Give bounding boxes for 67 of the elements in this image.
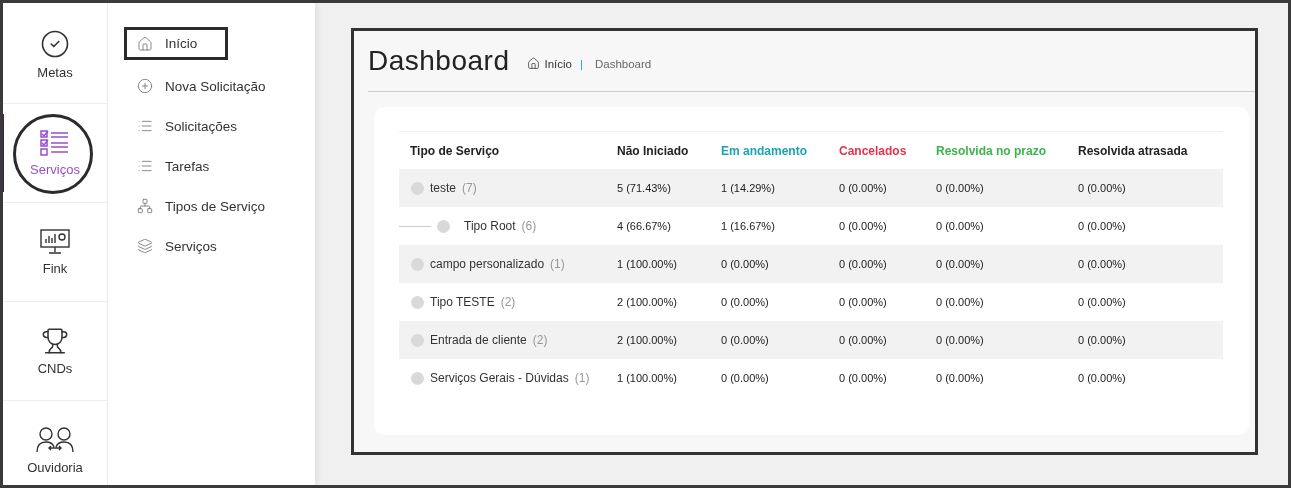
menu-item[interactable]: Serviços bbox=[124, 227, 230, 265]
monitor-chart-icon bbox=[40, 228, 70, 255]
service-type-name: campo personalizado bbox=[430, 257, 545, 271]
menu-item[interactable]: Solicitações bbox=[124, 107, 251, 145]
service-type-name: Serviços Gerais - Dúvidas bbox=[430, 371, 569, 385]
rail-item[interactable]: Metas bbox=[3, 5, 107, 104]
status-dot-icon bbox=[411, 371, 424, 385]
table-cell: 0 (0.00%) bbox=[721, 321, 839, 359]
column-header: Resolvida atrasada bbox=[1078, 142, 1189, 160]
checklist-icon bbox=[40, 129, 70, 156]
table-cell: 1 (100.00%) bbox=[617, 245, 721, 283]
menu-item[interactable]: Início bbox=[124, 27, 228, 60]
rail-item[interactable]: Serviços bbox=[3, 104, 107, 203]
service-count: (6) bbox=[521, 219, 537, 233]
column-header: Cancelados bbox=[839, 142, 908, 160]
table-cell: 0 (0.00%) bbox=[936, 321, 1078, 359]
table-cell: 0 (0.00%) bbox=[721, 245, 839, 283]
service-count: (2) bbox=[500, 295, 516, 309]
list-icon bbox=[137, 118, 153, 134]
layers-icon bbox=[137, 238, 153, 254]
table-cell: 2 (100.00%) bbox=[617, 321, 721, 359]
list-icon bbox=[137, 158, 153, 174]
service-type-name: teste bbox=[430, 181, 456, 195]
rail-item[interactable]: CNDs bbox=[3, 302, 107, 401]
menu-item[interactable]: Nova Solicitação bbox=[124, 67, 279, 105]
breadcrumb-current: Dashboard bbox=[595, 57, 652, 70]
people-icon bbox=[36, 425, 74, 454]
table-cell: 0 (0.00%) bbox=[936, 169, 1078, 207]
check-circle-icon bbox=[40, 28, 70, 59]
table-cell: 0 (0.00%) bbox=[1078, 321, 1223, 359]
service-count: (2) bbox=[532, 333, 548, 347]
column-header: Em andamento bbox=[721, 142, 808, 160]
table-cell: 1 (14.29%) bbox=[721, 169, 839, 207]
hierarchy-icon bbox=[137, 198, 153, 214]
column-header: Resolvida no prazo bbox=[936, 142, 1048, 160]
tree-branch-line bbox=[399, 225, 431, 227]
table-cell: 0 (0.00%) bbox=[1078, 169, 1223, 207]
column-header: Tipo de Serviço bbox=[409, 142, 501, 160]
service-type-name: Tipo TESTE bbox=[430, 295, 495, 309]
table-cell: 5 (71.43%) bbox=[617, 169, 721, 207]
column-header: Não Iniciado bbox=[617, 142, 690, 160]
table-cell: 0 (0.00%) bbox=[1078, 245, 1223, 283]
rail-item[interactable]: Ouvidoria bbox=[3, 401, 107, 485]
table-cell: 0 (0.00%) bbox=[936, 245, 1078, 283]
home-icon bbox=[137, 35, 153, 52]
service-count: (1) bbox=[574, 371, 590, 385]
page-title: Dashboard bbox=[368, 45, 510, 77]
trophy-icon bbox=[41, 326, 69, 355]
service-count: (7) bbox=[462, 181, 477, 195]
home-icon bbox=[527, 57, 541, 70]
status-dot-icon bbox=[411, 181, 424, 195]
service-type-name: Tipo Root bbox=[464, 219, 516, 233]
menu-item[interactable]: Tarefas bbox=[124, 147, 228, 185]
breadcrumb-link[interactable]: Início bbox=[527, 57, 572, 70]
add-circle-icon bbox=[137, 78, 153, 94]
service-count: (1) bbox=[550, 257, 565, 271]
status-dot-icon bbox=[437, 219, 450, 233]
table-cell: 0 (0.00%) bbox=[839, 245, 936, 283]
status-dot-icon bbox=[411, 257, 424, 271]
table-cell: 0 (0.00%) bbox=[839, 321, 936, 359]
breadcrumb-separator: | bbox=[580, 57, 583, 70]
status-dot-icon bbox=[411, 333, 424, 347]
status-dot-icon bbox=[411, 295, 424, 309]
menu-item[interactable]: Tipos de Serviço bbox=[124, 187, 279, 225]
service-type-name: Entrada de cliente bbox=[430, 333, 527, 347]
rail-item[interactable]: Fink bbox=[3, 203, 107, 302]
table-cell: 0 (0.00%) bbox=[839, 169, 936, 207]
